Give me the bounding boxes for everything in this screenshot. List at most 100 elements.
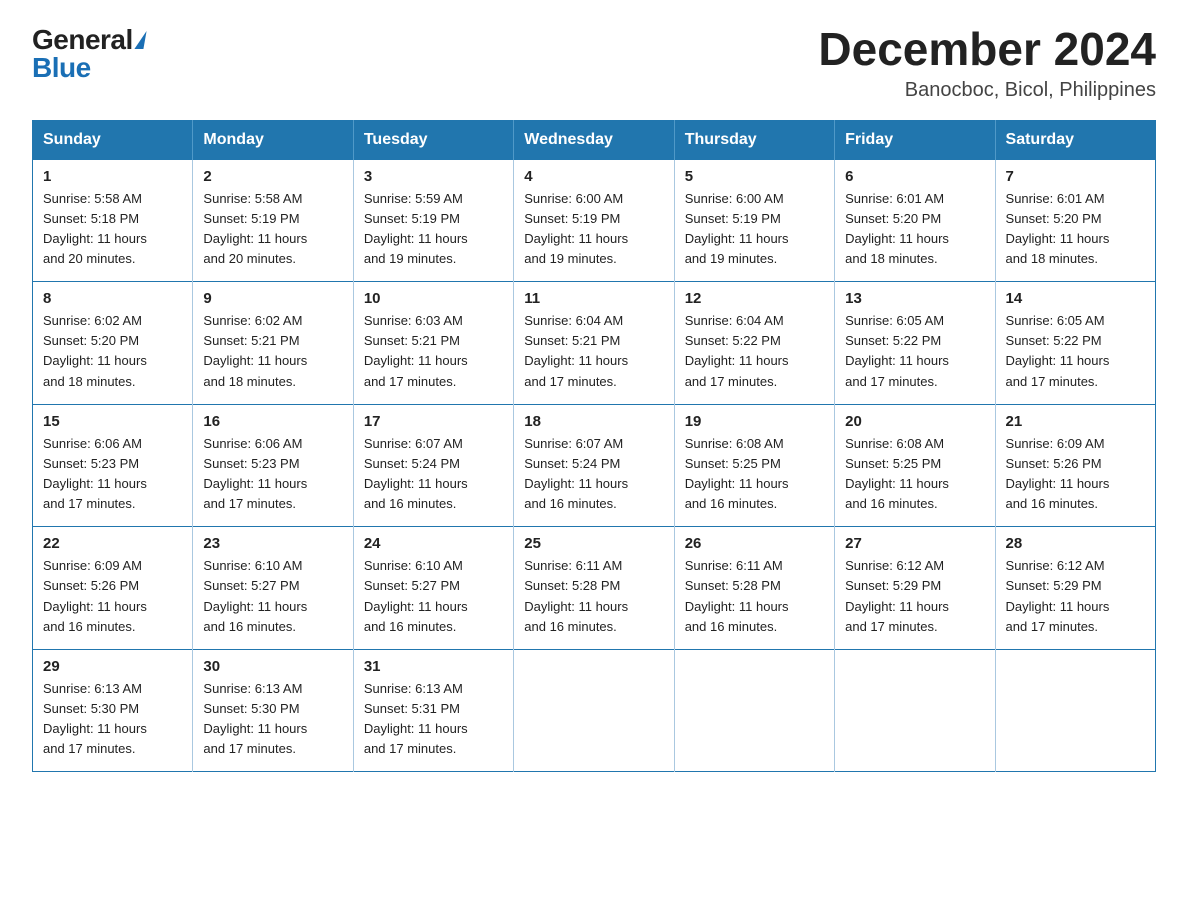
day-number: 7	[1006, 168, 1145, 185]
day-number: 28	[1006, 535, 1145, 552]
calendar-day-cell	[995, 649, 1155, 772]
day-info: Sunrise: 6:06 AMSunset: 5:23 PMDaylight:…	[43, 434, 182, 515]
day-info: Sunrise: 6:09 AMSunset: 5:26 PMDaylight:…	[1006, 434, 1145, 515]
day-info: Sunrise: 6:07 AMSunset: 5:24 PMDaylight:…	[524, 434, 663, 515]
day-info: Sunrise: 6:08 AMSunset: 5:25 PMDaylight:…	[685, 434, 824, 515]
logo-blue-text: Blue	[32, 52, 91, 84]
calendar-day-cell: 13 Sunrise: 6:05 AMSunset: 5:22 PMDayligh…	[835, 282, 995, 405]
day-number: 4	[524, 168, 663, 185]
calendar-day-cell: 22Sunrise: 6:09 AMSunset: 5:26 PMDayligh…	[33, 527, 193, 650]
calendar-day-cell	[674, 649, 834, 772]
calendar-day-cell: 6 Sunrise: 6:01 AMSunset: 5:20 PMDaylight…	[835, 159, 995, 282]
day-number: 15	[43, 413, 182, 430]
day-number: 31	[364, 658, 503, 675]
day-number: 12	[685, 290, 824, 307]
calendar-day-cell: 16Sunrise: 6:06 AMSunset: 5:23 PMDayligh…	[193, 404, 353, 527]
day-number: 21	[1006, 413, 1145, 430]
day-info: Sunrise: 6:12 AMSunset: 5:29 PMDaylight:…	[845, 556, 984, 637]
day-info: Sunrise: 6:10 AMSunset: 5:27 PMDaylight:…	[203, 556, 342, 637]
calendar-day-cell: 18 Sunrise: 6:07 AMSunset: 5:24 PMDayligh…	[514, 404, 674, 527]
day-number: 10	[364, 290, 503, 307]
calendar-day-cell: 24 Sunrise: 6:10 AMSunset: 5:27 PMDayligh…	[353, 527, 513, 650]
day-info: Sunrise: 6:13 AMSunset: 5:30 PMDaylight:…	[43, 679, 182, 760]
title-area: December 2024 Banocboc, Bicol, Philippin…	[818, 24, 1156, 102]
day-number: 13	[845, 290, 984, 307]
day-info: Sunrise: 6:07 AMSunset: 5:24 PMDaylight:…	[364, 434, 503, 515]
day-info: Sunrise: 6:02 AMSunset: 5:20 PMDaylight:…	[43, 311, 182, 392]
day-info: Sunrise: 5:58 AMSunset: 5:18 PMDaylight:…	[43, 189, 182, 270]
day-info: Sunrise: 5:58 AMSunset: 5:19 PMDaylight:…	[203, 189, 342, 270]
calendar-day-cell: 9 Sunrise: 6:02 AMSunset: 5:21 PMDaylight…	[193, 282, 353, 405]
calendar-day-cell: 17Sunrise: 6:07 AMSunset: 5:24 PMDayligh…	[353, 404, 513, 527]
calendar-day-cell: 4 Sunrise: 6:00 AMSunset: 5:19 PMDaylight…	[514, 159, 674, 282]
day-number: 27	[845, 535, 984, 552]
calendar-day-cell	[514, 649, 674, 772]
day-number: 18	[524, 413, 663, 430]
day-number: 14	[1006, 290, 1145, 307]
logo: General Blue	[32, 24, 145, 84]
day-number: 20	[845, 413, 984, 430]
day-number: 26	[685, 535, 824, 552]
calendar-day-cell: 26 Sunrise: 6:11 AMSunset: 5:28 PMDayligh…	[674, 527, 834, 650]
day-info: Sunrise: 5:59 AMSunset: 5:19 PMDaylight:…	[364, 189, 503, 270]
day-number: 1	[43, 168, 182, 185]
day-number: 6	[845, 168, 984, 185]
day-info: Sunrise: 6:00 AMSunset: 5:19 PMDaylight:…	[524, 189, 663, 270]
day-info: Sunrise: 6:03 AMSunset: 5:21 PMDaylight:…	[364, 311, 503, 392]
calendar-day-cell: 5 Sunrise: 6:00 AMSunset: 5:19 PMDaylight…	[674, 159, 834, 282]
page-header: General Blue December 2024 Banocboc, Bic…	[32, 24, 1156, 102]
day-info: Sunrise: 6:04 AMSunset: 5:22 PMDaylight:…	[685, 311, 824, 392]
day-info: Sunrise: 6:10 AMSunset: 5:27 PMDaylight:…	[364, 556, 503, 637]
calendar-day-cell: 29Sunrise: 6:13 AMSunset: 5:30 PMDayligh…	[33, 649, 193, 772]
calendar-week-row: 1 Sunrise: 5:58 AMSunset: 5:18 PMDaylight…	[33, 159, 1156, 282]
day-info: Sunrise: 6:00 AMSunset: 5:19 PMDaylight:…	[685, 189, 824, 270]
calendar-day-cell: 14 Sunrise: 6:05 AMSunset: 5:22 PMDayligh…	[995, 282, 1155, 405]
calendar-day-cell: 2 Sunrise: 5:58 AMSunset: 5:19 PMDaylight…	[193, 159, 353, 282]
weekday-header-saturday: Saturday	[995, 120, 1155, 159]
calendar-day-cell: 12 Sunrise: 6:04 AMSunset: 5:22 PMDayligh…	[674, 282, 834, 405]
day-number: 3	[364, 168, 503, 185]
calendar-day-cell: 27 Sunrise: 6:12 AMSunset: 5:29 PMDayligh…	[835, 527, 995, 650]
day-info: Sunrise: 6:01 AMSunset: 5:20 PMDaylight:…	[1006, 189, 1145, 270]
calendar-day-cell: 28Sunrise: 6:12 AMSunset: 5:29 PMDayligh…	[995, 527, 1155, 650]
day-number: 23	[203, 535, 342, 552]
day-info: Sunrise: 6:11 AMSunset: 5:28 PMDaylight:…	[685, 556, 824, 637]
day-info: Sunrise: 6:05 AMSunset: 5:22 PMDaylight:…	[1006, 311, 1145, 392]
calendar-day-cell: 10 Sunrise: 6:03 AMSunset: 5:21 PMDayligh…	[353, 282, 513, 405]
calendar-day-cell: 23 Sunrise: 6:10 AMSunset: 5:27 PMDayligh…	[193, 527, 353, 650]
calendar-day-cell: 19 Sunrise: 6:08 AMSunset: 5:25 PMDayligh…	[674, 404, 834, 527]
day-number: 30	[203, 658, 342, 675]
day-info: Sunrise: 6:13 AMSunset: 5:30 PMDaylight:…	[203, 679, 342, 760]
day-number: 19	[685, 413, 824, 430]
weekday-header-sunday: Sunday	[33, 120, 193, 159]
day-info: Sunrise: 6:11 AMSunset: 5:28 PMDaylight:…	[524, 556, 663, 637]
day-info: Sunrise: 6:01 AMSunset: 5:20 PMDaylight:…	[845, 189, 984, 270]
calendar-week-row: 29Sunrise: 6:13 AMSunset: 5:30 PMDayligh…	[33, 649, 1156, 772]
calendar-day-cell: 15 Sunrise: 6:06 AMSunset: 5:23 PMDayligh…	[33, 404, 193, 527]
weekday-header-tuesday: Tuesday	[353, 120, 513, 159]
day-number: 5	[685, 168, 824, 185]
calendar-day-cell: 20Sunrise: 6:08 AMSunset: 5:25 PMDayligh…	[835, 404, 995, 527]
calendar-table: SundayMondayTuesdayWednesdayThursdayFrid…	[32, 120, 1156, 773]
day-info: Sunrise: 6:02 AMSunset: 5:21 PMDaylight:…	[203, 311, 342, 392]
day-info: Sunrise: 6:05 AMSunset: 5:22 PMDaylight:…	[845, 311, 984, 392]
day-info: Sunrise: 6:04 AMSunset: 5:21 PMDaylight:…	[524, 311, 663, 392]
weekday-header-thursday: Thursday	[674, 120, 834, 159]
calendar-header-row: SundayMondayTuesdayWednesdayThursdayFrid…	[33, 120, 1156, 159]
calendar-day-cell: 8 Sunrise: 6:02 AMSunset: 5:20 PMDaylight…	[33, 282, 193, 405]
weekday-header-wednesday: Wednesday	[514, 120, 674, 159]
day-number: 8	[43, 290, 182, 307]
month-year-title: December 2024	[818, 24, 1156, 75]
calendar-week-row: 8 Sunrise: 6:02 AMSunset: 5:20 PMDaylight…	[33, 282, 1156, 405]
day-number: 25	[524, 535, 663, 552]
calendar-day-cell: 25 Sunrise: 6:11 AMSunset: 5:28 PMDayligh…	[514, 527, 674, 650]
weekday-header-friday: Friday	[835, 120, 995, 159]
weekday-header-monday: Monday	[193, 120, 353, 159]
day-number: 9	[203, 290, 342, 307]
day-info: Sunrise: 6:09 AMSunset: 5:26 PMDaylight:…	[43, 556, 182, 637]
day-number: 24	[364, 535, 503, 552]
day-number: 2	[203, 168, 342, 185]
day-info: Sunrise: 6:06 AMSunset: 5:23 PMDaylight:…	[203, 434, 342, 515]
calendar-week-row: 22Sunrise: 6:09 AMSunset: 5:26 PMDayligh…	[33, 527, 1156, 650]
calendar-day-cell: 7 Sunrise: 6:01 AMSunset: 5:20 PMDaylight…	[995, 159, 1155, 282]
